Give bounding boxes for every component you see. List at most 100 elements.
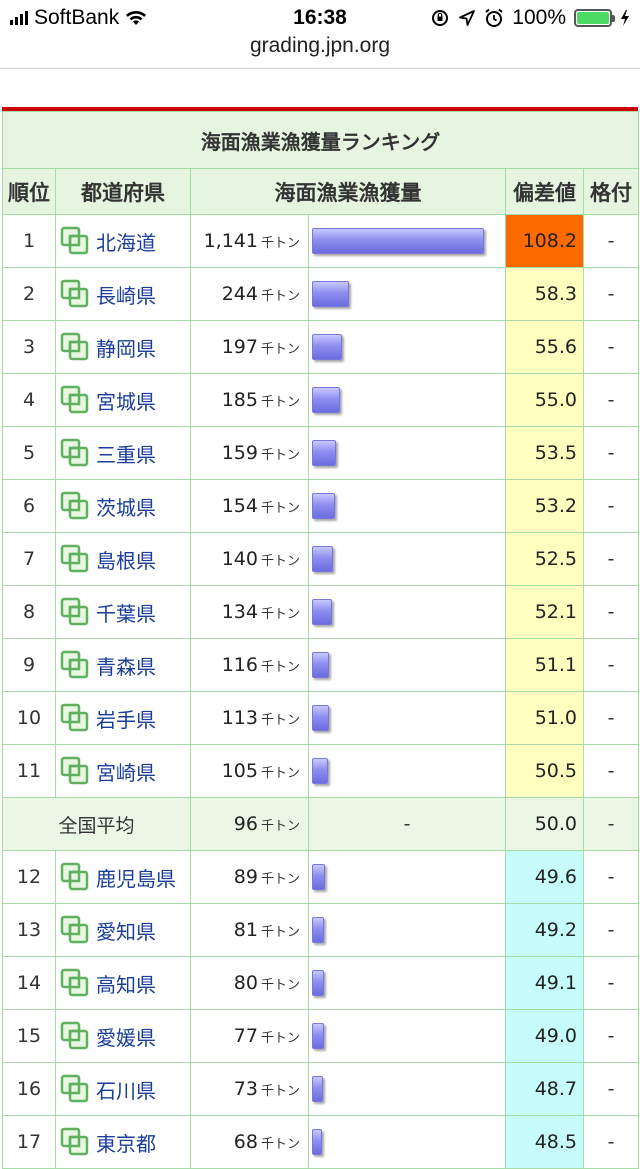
bar-cell (308, 426, 506, 480)
prefecture-cell[interactable]: 宮城県 (55, 373, 191, 427)
catch-value: 116 (221, 654, 258, 676)
prefecture-cell[interactable]: 高知県 (55, 956, 191, 1010)
bar-cell (308, 585, 506, 639)
grade-cell: - (582, 426, 640, 480)
catch-value: 134 (221, 601, 258, 623)
catch-unit: 千トン (260, 289, 300, 304)
address-bar-url[interactable]: grading.jpn.org (0, 34, 640, 58)
prefecture-cell[interactable]: 東京都 (55, 1115, 191, 1169)
grade-cell: - (582, 585, 640, 639)
grade-cell: - (582, 691, 640, 745)
prefecture-link[interactable]: 宮崎県 (96, 757, 156, 786)
bar-cell (308, 532, 506, 586)
prefecture-cell[interactable]: 島根県 (55, 532, 191, 586)
grade-cell: - (582, 1009, 640, 1063)
deviation-cell: 51.1 (505, 638, 584, 692)
catch-bar (312, 440, 336, 466)
prefecture-cell[interactable]: 千葉県 (55, 585, 191, 639)
bar-cell (308, 214, 506, 268)
catch-value: 154 (221, 495, 258, 517)
catch-bar (312, 228, 484, 254)
alarm-icon (485, 8, 503, 27)
catch-bar (312, 493, 335, 519)
prefecture-link-icon (60, 544, 89, 573)
prefecture-link[interactable]: 愛知県 (96, 916, 156, 945)
ranking-table: 海面漁業漁獲量ランキング 順位 都道府県 海面漁業漁獲量 偏差値 格付 1 北海道… (1, 111, 640, 1169)
prefecture-cell[interactable]: 石川県 (55, 1062, 191, 1116)
prefecture-cell[interactable]: 静岡県 (55, 320, 191, 374)
status-bar: SoftBank 16:38 100% (0, 0, 640, 36)
catch-value: 197 (221, 336, 258, 358)
prefecture-cell[interactable]: 三重県 (55, 426, 191, 480)
prefecture-link[interactable]: 愛媛県 (96, 1022, 156, 1051)
rank-cell: 5 (2, 426, 56, 480)
catch-unit: 千トン (260, 1137, 300, 1152)
prefecture-link[interactable]: 青森県 (96, 651, 156, 680)
average-unit: 千トン (260, 819, 300, 834)
prefecture-link[interactable]: 宮城県 (96, 386, 156, 415)
prefecture-cell[interactable]: 愛知県 (55, 903, 191, 957)
prefecture-cell[interactable]: 鹿児島県 (55, 850, 191, 904)
table-row: 8 千葉県 134 千トン 52.1- (2, 585, 640, 639)
table-caption: 海面漁業漁獲量ランキング (1, 111, 640, 169)
deviation-cell: 49.2 (505, 903, 584, 957)
prefecture-link-icon (60, 279, 89, 308)
catch-value: 89 (233, 866, 258, 888)
prefecture-link[interactable]: 島根県 (96, 545, 156, 574)
bar-cell (308, 1009, 506, 1063)
prefecture-link[interactable]: 三重県 (96, 439, 156, 468)
catch-value-cell: 197 千トン (190, 320, 309, 374)
deviation-cell: 50.5 (505, 744, 584, 798)
catch-value: 81 (233, 919, 258, 941)
header-grade[interactable]: 格付 (582, 168, 640, 215)
prefecture-link-icon (60, 862, 89, 891)
grade-cell: - (582, 532, 640, 586)
deviation-cell: 52.1 (505, 585, 584, 639)
header-rank[interactable]: 順位 (2, 168, 56, 215)
prefecture-cell[interactable]: 愛媛県 (55, 1009, 191, 1063)
prefecture-link[interactable]: 北海道 (96, 227, 156, 256)
header-catch-volume[interactable]: 海面漁業漁獲量 (190, 168, 506, 215)
bar-cell (308, 373, 506, 427)
prefecture-cell[interactable]: 宮崎県 (55, 744, 191, 798)
prefecture-link-icon (60, 385, 89, 414)
prefecture-link[interactable]: 長崎県 (96, 280, 156, 309)
rank-cell: 16 (2, 1062, 56, 1116)
catch-bar (312, 970, 324, 996)
catch-value: 73 (233, 1078, 258, 1100)
rank-cell: 10 (2, 691, 56, 745)
prefecture-cell[interactable]: 岩手県 (55, 691, 191, 745)
prefecture-cell[interactable]: 北海道 (55, 214, 191, 268)
prefecture-link-icon (60, 650, 89, 679)
grade-cell: - (582, 1062, 640, 1116)
deviation-cell: 53.2 (505, 479, 584, 533)
grade-cell: - (582, 903, 640, 957)
battery-icon (574, 9, 615, 27)
catch-unit: 千トン (260, 607, 300, 622)
prefecture-link[interactable]: 茨城県 (96, 492, 156, 521)
prefecture-link[interactable]: 千葉県 (96, 598, 156, 627)
catch-value-cell: 81 千トン (190, 903, 309, 957)
catch-value-cell: 80 千トン (190, 956, 309, 1010)
prefecture-link[interactable]: 静岡県 (96, 333, 156, 362)
prefecture-link[interactable]: 岩手県 (96, 704, 156, 733)
prefecture-link[interactable]: 東京都 (96, 1128, 156, 1157)
prefecture-link-icon (60, 1021, 89, 1050)
prefecture-link[interactable]: 高知県 (96, 969, 156, 998)
prefecture-cell[interactable]: 青森県 (55, 638, 191, 692)
prefecture-cell[interactable]: 茨城県 (55, 479, 191, 533)
catch-value: 68 (233, 1131, 258, 1153)
header-deviation[interactable]: 偏差値 (505, 168, 584, 215)
rank-cell: 2 (2, 267, 56, 321)
bar-cell (308, 691, 506, 745)
catch-unit: 千トン (260, 501, 300, 516)
grade-cell: - (582, 1115, 640, 1169)
catch-value-cell: 244 千トン (190, 267, 309, 321)
prefecture-link[interactable]: 石川県 (96, 1075, 156, 1104)
table-row: 3 静岡県 197 千トン 55.6- (2, 320, 640, 374)
prefecture-cell[interactable]: 長崎県 (55, 267, 191, 321)
prefecture-link[interactable]: 鹿児島県 (96, 863, 176, 892)
header-prefecture[interactable]: 都道府県 (55, 168, 191, 215)
catch-unit: 千トン (260, 660, 300, 675)
table-row: 7 島根県 140 千トン 52.5- (2, 532, 640, 586)
